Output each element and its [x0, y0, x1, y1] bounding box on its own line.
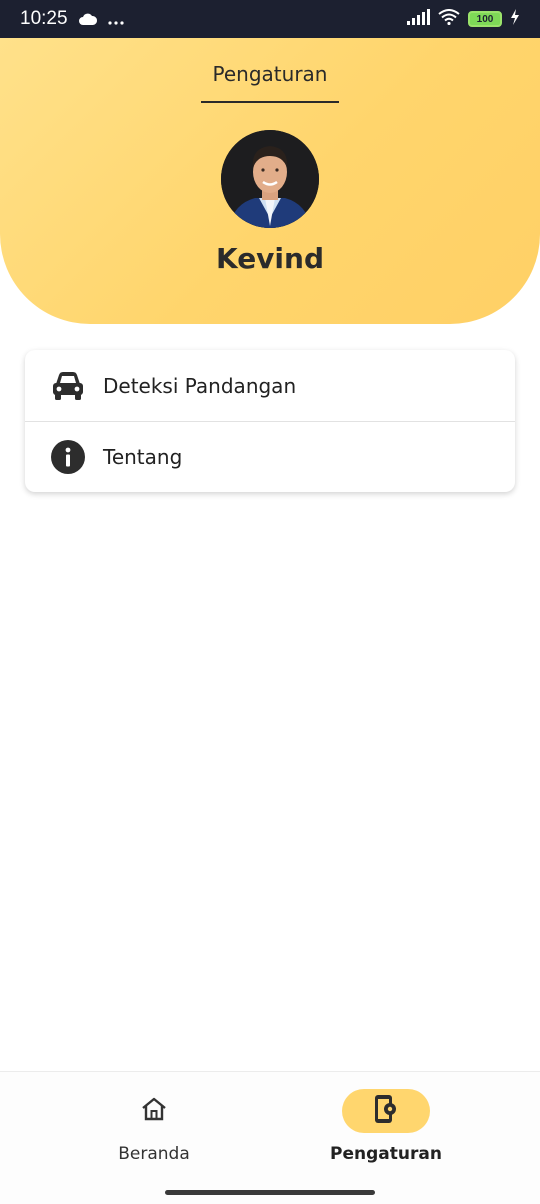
battery-icon: 100 [468, 11, 502, 27]
nav-label: Beranda [118, 1144, 190, 1164]
menu-item-label: Tentang [103, 445, 183, 469]
status-time: 10:25 [20, 8, 68, 29]
home-icon [140, 1096, 168, 1126]
menu-item-deteksi-pandangan[interactable]: Deteksi Pandangan [25, 350, 515, 421]
charging-icon [510, 9, 520, 29]
profile-header: Pengaturan Kevind [0, 38, 540, 324]
user-name: Kevind [215, 242, 325, 275]
nav-icon-container [342, 1089, 430, 1133]
page-title: Pengaturan [212, 62, 328, 86]
more-notifications-icon [107, 9, 124, 30]
home-indicator[interactable] [165, 1190, 375, 1195]
app-screen: 10:25 100 Pengaturan Kevind Deteksi Pand… [0, 0, 540, 1204]
signal-icon [406, 9, 430, 29]
nav-icon-container [110, 1089, 198, 1133]
title-underline [201, 101, 339, 103]
car-icon [50, 368, 86, 404]
cloud-icon [78, 9, 98, 30]
nav-item-beranda[interactable]: Beranda [54, 1072, 254, 1182]
avatar[interactable] [221, 130, 319, 228]
nav-item-pengaturan[interactable]: Pengaturan [286, 1072, 486, 1182]
menu-item-tentang[interactable]: Tentang [25, 421, 515, 492]
bottom-navigation: Beranda Pengaturan [0, 1071, 540, 1204]
phone-settings-icon [374, 1094, 398, 1128]
menu-item-label: Deteksi Pandangan [103, 373, 297, 398]
settings-menu: Deteksi Pandangan Tentang [25, 350, 515, 492]
status-bar: 10:25 100 [0, 0, 540, 38]
nav-label: Pengaturan [330, 1144, 442, 1164]
info-icon [50, 439, 86, 475]
wifi-icon [438, 9, 460, 29]
